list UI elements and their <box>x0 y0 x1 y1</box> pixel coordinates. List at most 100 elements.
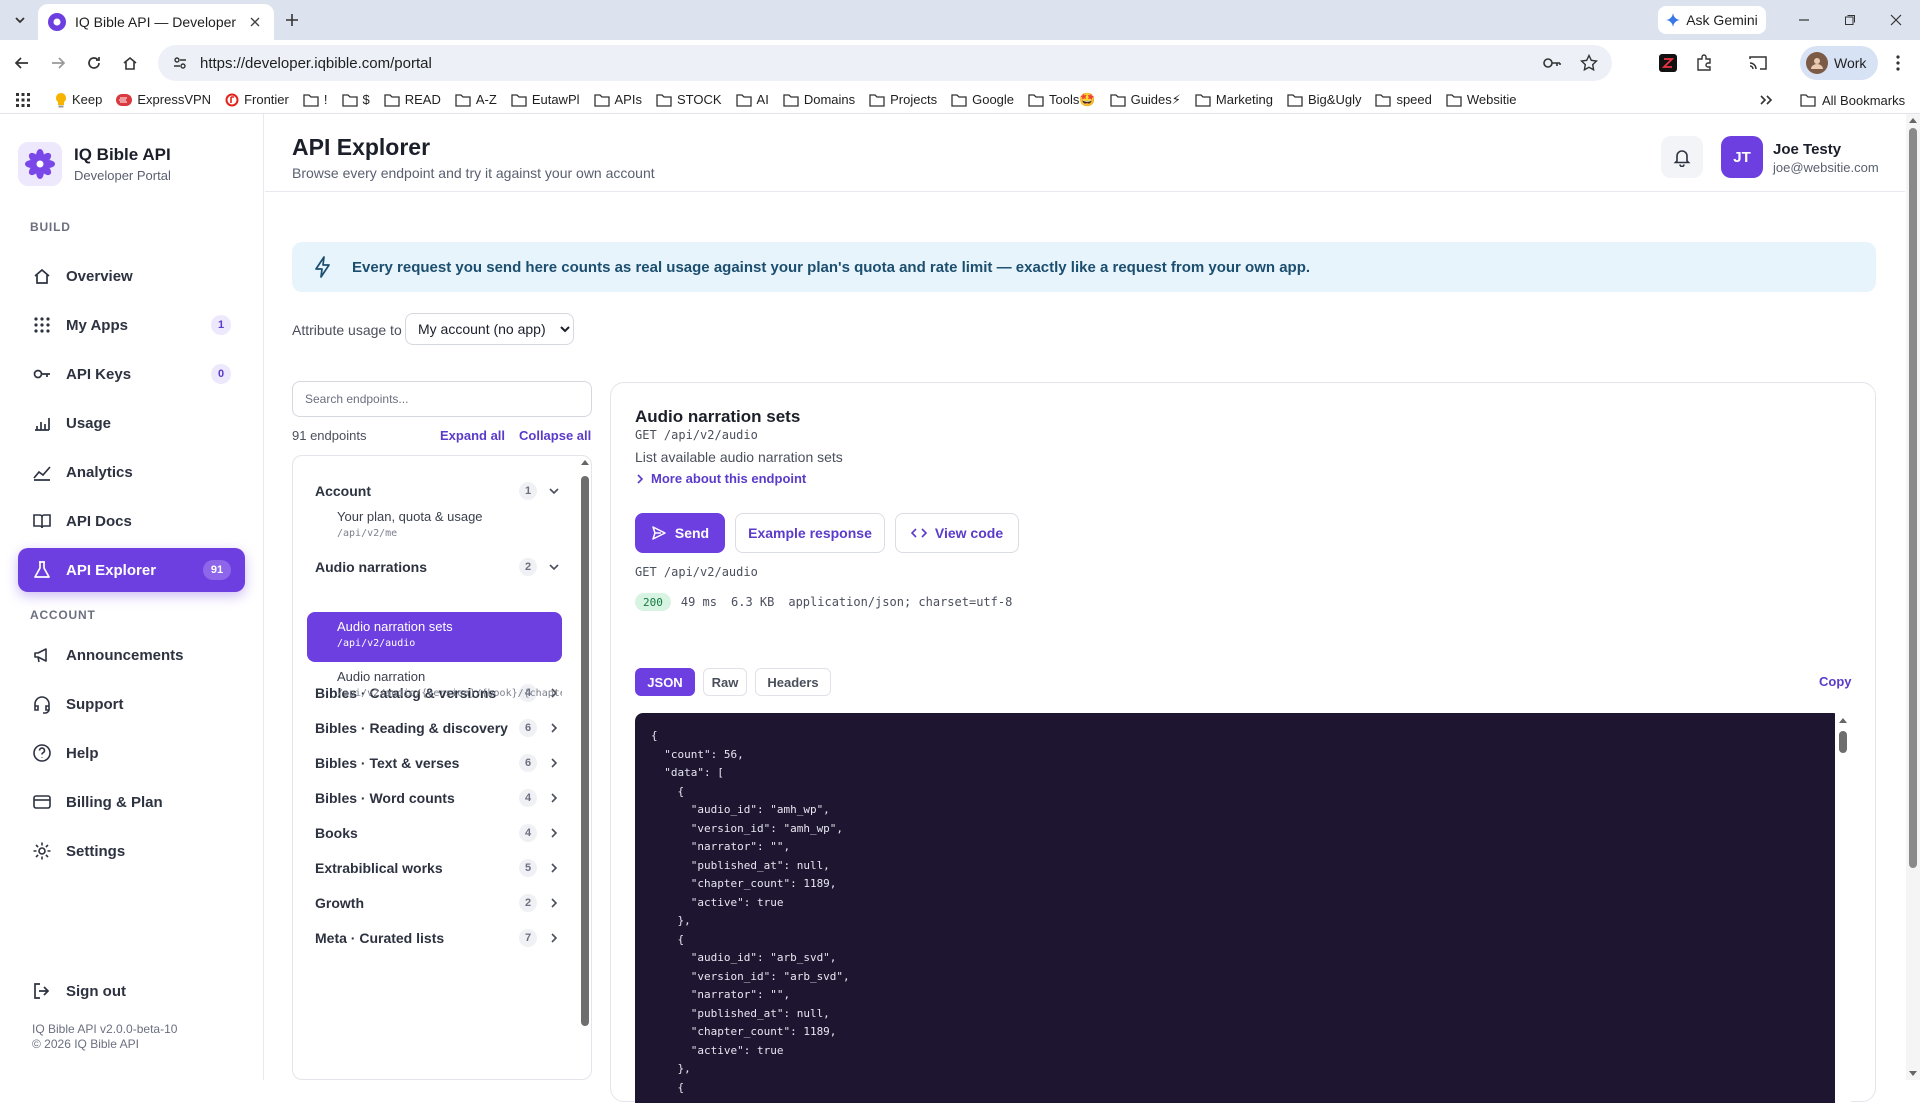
bookmark-stock[interactable]: STOCK <box>650 88 728 112</box>
endpoint-method: GET <box>635 428 657 442</box>
ask-gemini-button[interactable]: Ask Gemini <box>1658 6 1766 34</box>
sidebar-item-label: Support <box>66 695 124 713</box>
endpoint-group-audio-narrations[interactable]: Audio narrations 2 <box>315 552 559 582</box>
bookmark-tools[interactable]: Tools🤩 <box>1022 88 1102 112</box>
cast-icon[interactable] <box>1746 51 1770 75</box>
sidebar-item-api-keys[interactable]: API Keys 0 <box>18 352 245 396</box>
bookmark-expressvpn[interactable]: ExpressVPN <box>110 88 217 112</box>
bookmark-keep[interactable]: Keep <box>49 88 108 112</box>
site-info-icon[interactable] <box>172 55 188 71</box>
ask-gemini-label: Ask Gemini <box>1686 12 1758 28</box>
back-icon[interactable] <box>10 51 34 75</box>
user-avatar[interactable]: JT <box>1721 136 1763 178</box>
tab-headers[interactable]: Headers <box>755 668 831 696</box>
all-bookmarks-button[interactable]: All Bookmarks <box>1800 88 1905 112</box>
sign-out-button[interactable]: Sign out <box>18 969 245 1013</box>
copyright-text: © 2026 IQ Bible API <box>32 1037 139 1051</box>
endpoint-list: Account 1 Audio narrations 2 Bibles · Catalo… <box>292 455 592 1080</box>
bookmark-apis[interactable]: APIs <box>588 88 648 112</box>
endpoint-group-meta-curated-lists[interactable]: Meta · Curated lists 7 <box>315 923 559 953</box>
forward-icon[interactable] <box>46 51 70 75</box>
password-key-icon[interactable] <box>1542 55 1562 71</box>
bookmark-read[interactable]: READ <box>378 88 447 112</box>
page-scrollbar[interactable] <box>1906 114 1920 1080</box>
bookmark-eutawpl[interactable]: EutawPl <box>505 88 586 112</box>
chevron-right-icon <box>551 793 558 803</box>
sidebar-item-analytics[interactable]: Analytics <box>18 450 245 494</box>
window-close-icon[interactable] <box>1886 10 1906 30</box>
code-scrollbar[interactable] <box>1835 713 1851 1103</box>
example-response-button[interactable]: Example response <box>735 513 885 553</box>
profile-button[interactable]: Work <box>1800 46 1878 80</box>
endpoint-group-bibles-text-and-verses[interactable]: Bibles · Text & verses 6 <box>315 748 559 778</box>
bookmark-label: speed <box>1396 92 1432 107</box>
extensions-puzzle-icon[interactable] <box>1692 51 1716 75</box>
bookmark-frontier[interactable]: Frontier <box>219 88 295 112</box>
bookmark-ai[interactable]: AI <box>730 88 775 112</box>
endpoint-group-bibles-reading-and-discovery[interactable]: Bibles · Reading & discovery 6 <box>315 713 559 743</box>
tab-raw[interactable]: Raw <box>703 668 747 696</box>
bookmark-star-icon[interactable] <box>1580 54 1598 72</box>
view-code-button[interactable]: View code <box>895 513 1019 553</box>
tab-search-icon[interactable] <box>10 10 30 30</box>
gemini-sparkle-icon <box>1666 13 1681 27</box>
sidebar-item-billing-and-plan[interactable]: Billing & Plan <box>18 780 245 824</box>
sidebar-item-api-explorer[interactable]: API Explorer 91 <box>18 548 245 592</box>
close-icon[interactable] <box>246 13 264 31</box>
endpoint-group-growth[interactable]: Growth 2 <box>315 888 559 918</box>
more-vertical-icon[interactable] <box>1886 51 1910 75</box>
endpoint-search-input[interactable] <box>292 381 592 417</box>
attribute-usage-select[interactable]: My account (no app) <box>405 313 574 345</box>
expand-all-link[interactable]: Expand all <box>440 428 505 443</box>
more-about-endpoint-toggle[interactable]: More about this endpoint <box>635 471 806 486</box>
endpoint-item-audio-narration[interactable]: Audio narration/api/v2/audio/{version}/{… <box>307 662 562 712</box>
version-text: IQ Bible API v2.0.0-beta-10 <box>32 1022 178 1036</box>
bookmark-label: Marketing <box>1215 92 1273 107</box>
sidebar-item-overview[interactable]: Overview <box>18 254 245 298</box>
new-tab-icon[interactable] <box>282 10 302 30</box>
bookmark-speed[interactable]: speed <box>1369 88 1437 112</box>
bookmark-bigandugly[interactable]: Big&Ugly <box>1281 88 1367 112</box>
sidebar-item-api-docs[interactable]: API Docs <box>18 499 245 543</box>
bookmark-item-4[interactable]: $ <box>336 88 376 112</box>
endpoint-list-scrollbar[interactable] <box>579 456 591 1079</box>
send-button[interactable]: Send <box>635 513 725 553</box>
copy-button[interactable]: Copy <box>1819 674 1852 689</box>
chevron-right-icon <box>551 758 558 768</box>
bookmark-a-z[interactable]: A-Z <box>449 88 503 112</box>
extension-z-icon[interactable] <box>1656 51 1680 75</box>
restore-icon[interactable] <box>1840 10 1860 30</box>
sidebar-item-my-apps[interactable]: My Apps 1 <box>18 303 245 347</box>
endpoint-group-bibles-word-counts[interactable]: Bibles · Word counts 4 <box>315 783 559 813</box>
sidebar-item-help[interactable]: Help <box>18 731 245 775</box>
sidebar-item-announcements[interactable]: Announcements <box>18 633 245 677</box>
folder-icon <box>869 93 885 107</box>
endpoint-item-your-plan-quota-and-usage[interactable]: Your plan, quota & usage/api/v2/me <box>307 502 562 552</box>
attribute-usage-label: Attribute usage to <box>292 322 402 338</box>
tab-json[interactable]: JSON <box>635 668 695 696</box>
collapse-all-link[interactable]: Collapse all <box>519 428 591 443</box>
home-icon[interactable] <box>118 51 142 75</box>
address-bar[interactable]: https://developer.iqbible.com/portal <box>158 45 1612 81</box>
minimize-icon[interactable] <box>1794 10 1814 30</box>
endpoint-item-audio-narration-sets[interactable]: Audio narration sets/api/v2/audio <box>307 612 562 662</box>
endpoint-group-books[interactable]: Books 4 <box>315 818 559 848</box>
reload-icon[interactable] <box>82 51 106 75</box>
bookmark-domains[interactable]: Domains <box>777 88 861 112</box>
notifications-bell-icon[interactable] <box>1661 136 1703 178</box>
brand[interactable]: IQ Bible API Developer Portal <box>18 142 171 186</box>
bookmark-websitie[interactable]: Websitie <box>1440 88 1523 112</box>
browser-tab-active[interactable]: IQ Bible API — Developer Portal <box>38 4 274 40</box>
bookmark-projects[interactable]: Projects <box>863 88 943 112</box>
bookmark-guides[interactable]: Guides⚡ <box>1104 88 1187 112</box>
endpoint-group-extrabiblical-works[interactable]: Extrabiblical works 5 <box>315 853 559 883</box>
bookmark-google[interactable]: Google <box>945 88 1020 112</box>
apps-grid-icon[interactable] <box>10 88 49 112</box>
bookmark-marketing[interactable]: Marketing <box>1189 88 1279 112</box>
sidebar-item-support[interactable]: Support <box>18 682 245 726</box>
bookmark-item-3[interactable]: ! <box>297 88 334 112</box>
bookmarks-overflow-icon[interactable] <box>1754 88 1778 112</box>
user-name[interactable]: Joe Testy <box>1773 141 1841 158</box>
sidebar-item-usage[interactable]: Usage <box>18 401 245 445</box>
sidebar-item-settings[interactable]: Settings <box>18 829 245 873</box>
